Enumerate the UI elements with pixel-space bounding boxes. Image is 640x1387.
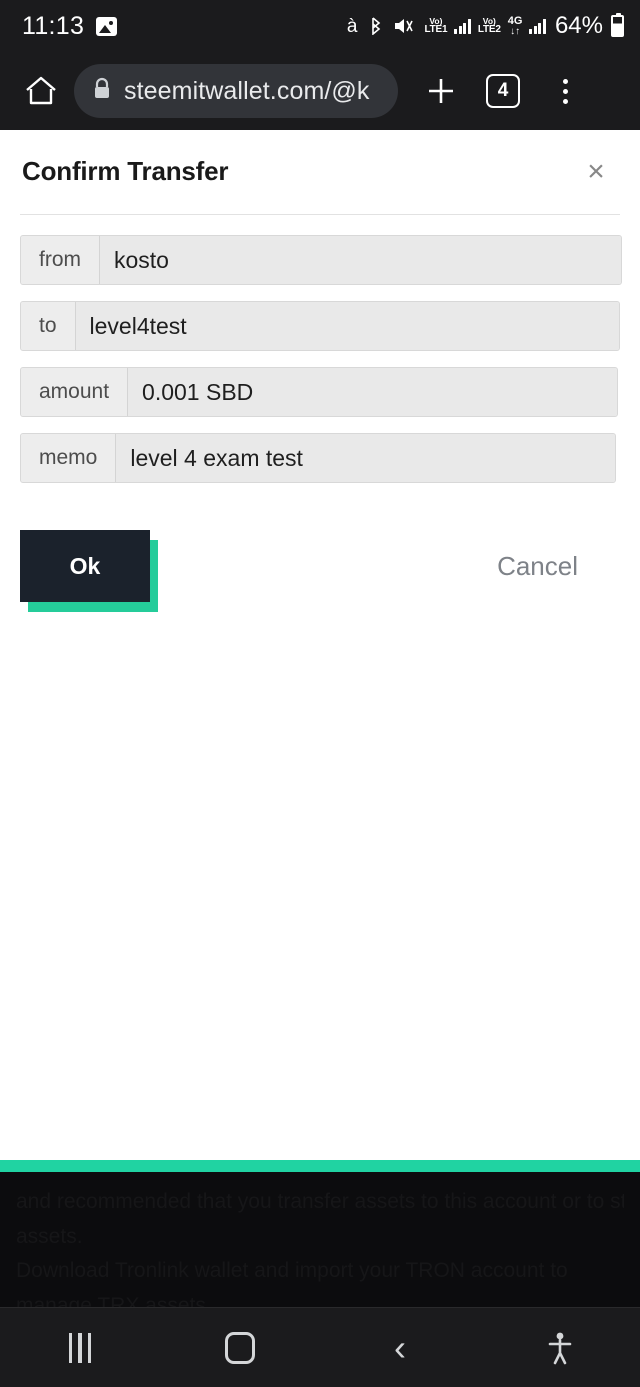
data-transfer-icon: ↓↑ — [510, 25, 521, 37]
sim1-signal-icon — [454, 18, 471, 34]
sim1-volte-label: LTE1 — [424, 24, 448, 36]
lock-icon — [92, 77, 112, 106]
dialog-header: Confirm Transfer × — [20, 130, 620, 192]
status-clock: 11:13 — [22, 11, 85, 40]
footer-line-1: and recommended that you transfer assets… — [16, 1190, 624, 1213]
url-bar[interactable]: steemitwallet.com/@k — [74, 64, 398, 118]
field-amount: amount 0.001 SBD — [20, 367, 618, 417]
page-content: Confirm Transfer × from kosto to level4t… — [0, 130, 640, 1160]
field-to-label: to — [21, 302, 76, 350]
accessibility-icon — [548, 1332, 572, 1364]
sim2-volte-indicator: Vo) LTE2 — [478, 17, 501, 36]
close-icon[interactable]: × — [576, 152, 616, 192]
status-bar-right: à Vo) LTE1 Vo) LTE2 4G ↓↑ 64% — [347, 12, 624, 40]
browser-toolbar: steemitwallet.com/@k 4 — [0, 52, 640, 130]
page-title: Confirm Transfer — [22, 156, 229, 186]
field-from: from kosto — [20, 235, 622, 285]
bluetooth-icon: à — [346, 15, 358, 37]
image-icon — [96, 16, 118, 36]
browser-actions: 4 — [410, 74, 596, 108]
ok-button[interactable]: Ok — [20, 530, 150, 602]
url-text: steemitwallet.com/@k — [124, 76, 370, 105]
volume-mute-icon — [395, 19, 414, 33]
tab-count-badge: 4 — [486, 74, 520, 108]
home-icon — [26, 76, 56, 105]
field-memo: memo level 4 exam test — [20, 433, 616, 483]
recents-button[interactable] — [25, 1308, 135, 1387]
cancel-button[interactable]: Cancel — [497, 551, 578, 582]
field-to: to level4test — [20, 301, 620, 351]
transfer-fields: from kosto to level4test amount 0.001 SB… — [20, 235, 622, 483]
back-chevron-icon: ‹ — [394, 1326, 406, 1368]
field-from-label: from — [21, 236, 100, 284]
dialog-actions: Ok Cancel — [20, 523, 620, 612]
ok-button-wrapper: Ok — [20, 530, 158, 612]
field-amount-value: 0.001 SBD — [128, 368, 617, 416]
back-button[interactable]: ‹ — [345, 1308, 455, 1387]
bluetooth-icon-glyph — [372, 17, 381, 35]
recents-icon — [68, 1332, 92, 1363]
new-tab-button[interactable] — [410, 74, 472, 108]
footer-line-2: assets. — [16, 1224, 83, 1248]
field-to-value: level4test — [75, 302, 619, 350]
android-nav-bar: ‹ — [0, 1307, 640, 1387]
footer-dark-region: and recommended that you transfer assets… — [0, 1172, 640, 1307]
field-memo-value: level 4 exam test — [116, 434, 615, 482]
status-bar-left: 11:13 — [22, 11, 118, 41]
confirm-transfer-dialog: Confirm Transfer × from kosto to level4t… — [0, 130, 640, 612]
battery-icon — [611, 13, 624, 37]
tab-switcher-button[interactable]: 4 — [474, 74, 532, 108]
sim2-volte-label: LTE2 — [477, 24, 501, 36]
battery-percent: 64% — [554, 12, 603, 39]
header-divider — [20, 214, 620, 215]
sim2-signal-icon — [529, 18, 546, 34]
browser-menu-button[interactable] — [534, 78, 596, 104]
network-type-label: 4G — [507, 14, 523, 27]
home-button[interactable] — [185, 1308, 295, 1387]
home-square-icon — [225, 1331, 255, 1364]
field-from-value: kosto — [100, 236, 621, 284]
footer-line-4: manage TRX assets. — [16, 1293, 212, 1307]
footer-accent-bar — [0, 1160, 640, 1172]
field-amount-label: amount — [21, 368, 129, 416]
phone-screen: 11:13 à Vo) LTE1 Vo) LTE2 4G ↓↑ 64% stee… — [0, 0, 640, 1387]
sim1-volte-indicator: Vo) LTE1 — [424, 17, 447, 36]
plus-icon — [429, 79, 453, 103]
status-bar: 11:13 à Vo) LTE1 Vo) LTE2 4G ↓↑ 64% — [0, 0, 640, 52]
overflow-menu-icon — [562, 78, 568, 104]
accessibility-button[interactable] — [505, 1308, 615, 1387]
field-memo-label: memo — [21, 434, 117, 482]
browser-home-button[interactable] — [14, 75, 68, 107]
network-type-indicator: 4G ↓↑ — [507, 14, 523, 37]
footer-line-3: Download Tronlink wallet and import your… — [16, 1259, 568, 1283]
